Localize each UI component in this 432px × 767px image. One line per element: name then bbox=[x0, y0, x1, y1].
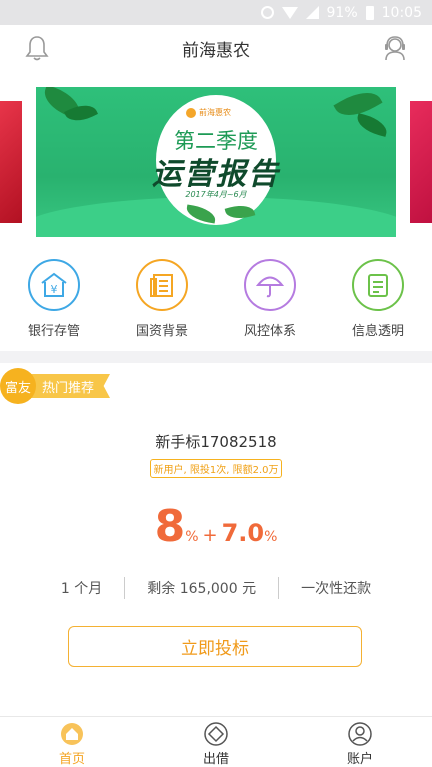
banner-main-title: 运营报告 bbox=[152, 157, 280, 192]
banner-brand: 前海惠农 bbox=[186, 107, 231, 118]
feature-bank-custody[interactable]: ¥ 银行存管 bbox=[0, 249, 108, 351]
product-remaining: 剩余 165,000 元 bbox=[147, 581, 257, 597]
clipboard-icon bbox=[352, 259, 404, 311]
diamond-icon bbox=[204, 722, 228, 746]
feature-state-background[interactable]: 国资背景 bbox=[108, 249, 216, 351]
product-card[interactable]: 富友 热门推荐 新手标17082518 新用户, 限投1次, 限额2.0万 8%… bbox=[0, 363, 432, 716]
feature-label: 银行存管 bbox=[27, 324, 80, 339]
battery-percent: 91% bbox=[326, 4, 358, 21]
feature-label: 信息透明 bbox=[351, 324, 404, 339]
rate-plus: + bbox=[202, 525, 218, 546]
nav-home[interactable]: 首页 bbox=[0, 717, 144, 767]
interest-rate: 8% +7.0% bbox=[0, 501, 432, 552]
product-repayment: 一次性还款 bbox=[301, 581, 372, 597]
banner-slide[interactable]: 前海惠农 第二季度 运营报告 2017年4月~6月 bbox=[36, 87, 396, 237]
svg-text:¥: ¥ bbox=[51, 283, 58, 296]
status-bar: 91% 10:05 bbox=[0, 0, 432, 25]
bottom-nav: 首页 出借 账户 bbox=[0, 716, 432, 767]
signal-icon bbox=[305, 6, 319, 19]
nav-label: 出借 bbox=[202, 752, 229, 767]
alarm-icon bbox=[260, 6, 274, 19]
umbrella-icon bbox=[244, 259, 296, 311]
product-limits: 新用户, 限投1次, 限额2.0万 bbox=[149, 459, 283, 478]
hot-recommend-tag: 富友 热门推荐 bbox=[0, 368, 111, 404]
banner-carousel[interactable]: 前海惠农 第二季度 运营报告 2017年4月~6月 bbox=[0, 71, 432, 249]
feature-label: 国资背景 bbox=[135, 324, 188, 339]
next-banner-slide[interactable] bbox=[410, 101, 432, 223]
nav-label: 账户 bbox=[346, 752, 373, 767]
app-header: 前海惠农 bbox=[0, 25, 432, 71]
prev-banner-slide[interactable] bbox=[0, 101, 22, 223]
banner-brand-text: 前海惠农 bbox=[199, 108, 231, 117]
user-icon bbox=[348, 722, 372, 746]
tag-badge: 富友 bbox=[0, 368, 36, 404]
brand-logo-icon bbox=[186, 107, 196, 118]
document-icon bbox=[136, 259, 188, 311]
nav-account[interactable]: 账户 bbox=[288, 717, 432, 767]
rate-base-unit: % bbox=[185, 529, 199, 545]
product-info-row: 1 个月 剩余 165,000 元 一次性还款 bbox=[0, 576, 432, 600]
product-name: 新手标17082518 bbox=[155, 433, 277, 451]
home-icon bbox=[61, 723, 83, 745]
invest-now-button[interactable]: 立即投标 bbox=[68, 626, 362, 667]
feature-label: 风控体系 bbox=[243, 324, 296, 339]
tag-ribbon: 热门推荐 bbox=[30, 374, 111, 398]
rate-extra: 7.0 bbox=[221, 519, 265, 547]
feature-info-transparency[interactable]: 信息透明 bbox=[324, 249, 432, 351]
banner-date-range: 2017年4月~6月 bbox=[185, 190, 247, 199]
page-title: 前海惠农 bbox=[182, 40, 250, 61]
clock: 10:05 bbox=[381, 4, 422, 21]
nav-label: 首页 bbox=[58, 752, 85, 767]
feature-risk-control[interactable]: 风控体系 bbox=[216, 249, 324, 351]
feature-grid: ¥ 银行存管 国资背景 风控体系 信息透明 bbox=[0, 249, 432, 351]
product-term: 1 个月 bbox=[60, 581, 103, 597]
wifi-icon bbox=[281, 6, 298, 19]
bell-icon[interactable] bbox=[24, 34, 50, 62]
rate-extra-unit: % bbox=[264, 529, 278, 545]
bank-icon: ¥ bbox=[28, 259, 80, 311]
customer-service-icon[interactable] bbox=[382, 34, 408, 62]
rate-base: 8 bbox=[154, 501, 186, 552]
battery-icon bbox=[365, 5, 374, 20]
nav-lend[interactable]: 出借 bbox=[144, 717, 288, 767]
product-limits-wrap: 新用户, 限投1次, 限额2.0万 bbox=[0, 458, 432, 478]
